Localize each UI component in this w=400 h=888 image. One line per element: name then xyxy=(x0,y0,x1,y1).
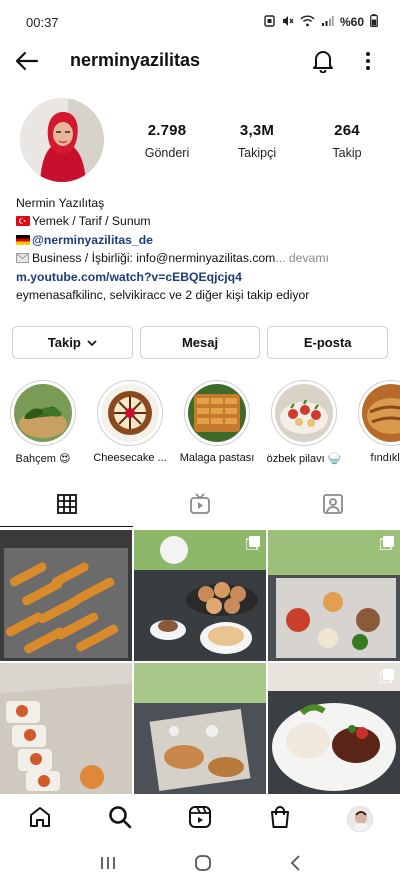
system-back-icon[interactable] xyxy=(289,854,301,877)
carousel-icon xyxy=(379,669,394,684)
stat-following-value: 264 xyxy=(334,122,360,139)
highlight-cover-image xyxy=(188,384,246,442)
follow-button-label: Takip xyxy=(47,335,81,350)
highlight-item[interactable]: Cheesecake ... xyxy=(93,380,167,470)
bio-line-1: Yemek / Tarif / Sunum xyxy=(16,212,388,230)
message-button-label: Mesaj xyxy=(181,335,219,350)
highlight-item[interactable]: fındıklı ç xyxy=(358,380,400,470)
highlight-cover-image xyxy=(275,384,333,442)
reels-icon xyxy=(188,805,212,834)
status-bar: 00:37 %60 xyxy=(0,0,400,44)
profile-header: nerminyazilitas xyxy=(0,44,400,78)
stat-followers[interactable]: 3,3M Takipçi xyxy=(212,122,302,160)
more-vertical-icon[interactable] xyxy=(358,47,378,75)
highlight-label: fındıklı ç xyxy=(370,452,400,464)
stat-posts[interactable]: 2.798 Gönderi xyxy=(122,122,212,160)
highlight-item[interactable]: Malaga pastası xyxy=(180,380,254,470)
tab-igtv[interactable] xyxy=(133,486,266,526)
search-icon xyxy=(108,805,132,834)
posts-grid xyxy=(0,530,400,794)
highlight-cover-image xyxy=(362,384,400,442)
bio-mention-link[interactable]: @nerminyazilitas_de xyxy=(32,233,153,247)
highlight-label: Bahçem 😍 xyxy=(15,453,71,465)
bio-followed-by[interactable]: eymenasafkilinc, selvikiracc ve 2 diğer … xyxy=(16,286,388,304)
back-arrow-icon[interactable] xyxy=(14,48,40,74)
stat-following-label: Takip xyxy=(332,146,362,160)
screenshot-icon xyxy=(264,14,275,30)
profile-stats: 2.798 Gönderi 3,3M Takipçi 264 Takip xyxy=(122,122,392,160)
post-thumbnail[interactable] xyxy=(134,663,266,794)
stat-followers-label: Takipçi xyxy=(237,146,277,160)
post-thumbnail[interactable] xyxy=(0,663,132,794)
tagged-icon xyxy=(322,493,344,520)
highlight-item[interactable]: özbek pilavı 🍚 xyxy=(267,380,341,470)
bottom-navigation xyxy=(0,796,400,842)
grid-icon xyxy=(56,493,77,519)
nav-search[interactable] xyxy=(100,799,140,839)
recent-apps-icon[interactable] xyxy=(99,855,117,876)
envelope-icon xyxy=(16,250,29,268)
status-time: 00:37 xyxy=(26,14,59,30)
highlight-label: Cheesecake ... xyxy=(93,452,167,464)
highlight-item[interactable]: Bahçem 😍 xyxy=(10,380,76,470)
mute-icon xyxy=(281,15,294,30)
bio-line-3: Business / İşbirliği: info@nerminyazilit… xyxy=(16,249,388,268)
story-highlights: Bahçem 😍 Cheesecake ... Malaga pastası ö… xyxy=(10,380,400,470)
bio-more-link[interactable]: ... devamı xyxy=(275,251,329,265)
bio-line-1-text: Yemek / Tarif / Sunum xyxy=(32,214,151,229)
signal-icon xyxy=(321,15,334,30)
nav-profile[interactable] xyxy=(340,799,380,839)
status-icons: %60 xyxy=(264,14,378,30)
email-button[interactable]: E-posta xyxy=(267,326,389,359)
highlight-cover-image xyxy=(101,384,159,442)
profile-tabs xyxy=(0,486,400,527)
chevron-down-icon xyxy=(87,335,97,350)
post-thumbnail[interactable] xyxy=(0,530,132,661)
bio-name: Nermin Yazılıtaş xyxy=(16,196,105,210)
profile-bio: Nermin Yazılıtaş Yemek / Tarif / Sunum @… xyxy=(16,194,388,305)
battery-text: %60 xyxy=(339,15,364,29)
tab-tagged[interactable] xyxy=(267,486,400,526)
post-thumbnail[interactable] xyxy=(268,663,400,794)
tab-posts-grid[interactable] xyxy=(0,486,134,527)
home-circle-icon[interactable] xyxy=(194,854,212,877)
germany-flag-icon xyxy=(16,234,30,245)
home-icon xyxy=(28,806,52,833)
nav-shop[interactable] xyxy=(260,799,300,839)
bell-icon[interactable] xyxy=(310,47,336,75)
post-thumbnail[interactable] xyxy=(268,530,400,661)
wifi-icon xyxy=(300,15,315,30)
profile-avatar-small xyxy=(347,806,373,832)
profile-username: nerminyazilitas xyxy=(70,50,201,70)
bio-business-text: Business / İşbirliği: info@nerminyazilit… xyxy=(32,250,276,265)
nav-reels[interactable] xyxy=(180,799,220,839)
highlight-cover-image xyxy=(14,384,72,442)
carousel-icon xyxy=(245,536,260,551)
highlight-label: özbek pilavı 🍚 xyxy=(266,453,342,465)
bio-website-link[interactable]: m.youtube.com/watch?v=cEBQEqjcjq4 xyxy=(16,268,388,286)
battery-icon xyxy=(370,14,378,30)
shop-icon xyxy=(269,805,291,834)
system-navigation xyxy=(0,842,400,888)
turkey-flag-icon xyxy=(16,216,30,227)
nav-home[interactable] xyxy=(20,799,60,839)
stat-posts-label: Gönderi xyxy=(144,146,190,160)
profile-actions: Takip Mesaj E-posta xyxy=(12,326,389,359)
post-thumbnail[interactable] xyxy=(134,530,266,661)
stat-followers-value: 3,3M xyxy=(239,122,275,139)
stat-following[interactable]: 264 Takip xyxy=(302,122,392,160)
carousel-icon xyxy=(379,536,394,551)
stat-posts-value: 2.798 xyxy=(147,122,187,139)
follow-button[interactable]: Takip xyxy=(12,326,133,359)
bio-line-2: @nerminyazilitas_de xyxy=(16,231,388,249)
highlight-label: Malaga pastası xyxy=(179,452,255,464)
message-button[interactable]: Mesaj xyxy=(139,326,261,359)
igtv-icon xyxy=(189,492,211,520)
profile-avatar[interactable] xyxy=(20,98,104,182)
email-button-label: E-posta xyxy=(303,335,352,350)
